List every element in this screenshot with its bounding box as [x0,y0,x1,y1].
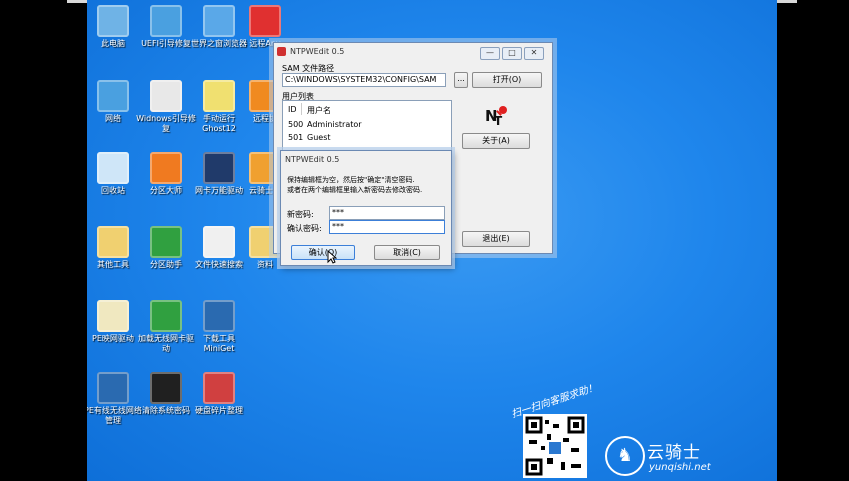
desktop-icon[interactable]: UEFI引导修复 [136,5,196,49]
miniget-icon [203,300,235,332]
recycle-bin-icon [97,152,129,184]
clear-password-icon [150,372,182,404]
dialog-title: NTPWEdit 0.5 [285,155,340,164]
desktop-icon[interactable]: PE有线无线网络管理 [87,372,143,426]
mouse-cursor-icon [327,249,338,267]
open-button[interactable]: 打开(O) [472,72,542,88]
brand-name: 云骑士 [647,443,701,463]
sam-path-input[interactable]: C:\WINDOWS\SYSTEM32\CONFIG\SAM [282,73,446,87]
user-name: Administrator [307,120,362,129]
windows-repair-icon [150,80,182,112]
file-search-icon [203,226,235,258]
desktop-icon-label: 下载工具MiniGet [203,334,235,353]
desktop-icon[interactable]: 其他工具 [87,226,143,270]
brand-url: yunqishi.net [649,462,711,473]
table-row[interactable]: 501 Guest [285,132,445,144]
minimize-button[interactable]: — [480,47,500,60]
network-manager-icon [97,372,129,404]
maximize-button[interactable]: □ [502,47,522,60]
desktop-icon-label: 硬盘碎片整理 [195,406,243,415]
desktop-icon-label: 此电脑 [101,39,125,48]
ghost-icon [203,80,235,112]
column-username: 用户名 [307,106,331,115]
network-icon [97,80,129,112]
desktop-icon[interactable]: Widnows引导修复 [136,80,196,134]
desktop-icon-label: 加载无线网卡驱动 [138,334,194,353]
confirm-password-label: 确认密码: [287,224,322,233]
desktop-icon-label: PE有线无线网络管理 [87,406,142,425]
desktop-icon-label: 其他工具 [97,260,129,269]
new-password-field[interactable]: *** [329,206,445,220]
confirm-password-field[interactable]: *** [329,220,445,234]
svg-text:T: T [494,114,503,127]
browser-icon [203,5,235,37]
qr-code [523,414,587,478]
close-button[interactable]: ✕ [524,47,544,60]
desktop-icon-label: 清除系统密码 [142,406,190,415]
desktop-icon[interactable]: 硬盘碎片整理 [189,372,249,416]
list-header-divider [301,103,302,115]
other-tools-icon [97,226,129,258]
this-pc-icon [97,5,129,37]
ntpwedit-logo-icon: N T [484,103,508,128]
window-title: NTPWEdit 0.5 [290,47,345,56]
wireless-driver-icon [150,300,182,332]
desktop-icon[interactable]: 清除系统密码 [136,372,196,416]
desktop-icon-label: 分区助手 [150,260,182,269]
user-id: 501 [288,133,304,142]
new-password-label: 新密码: [287,210,314,219]
about-button[interactable]: 关于(A) [462,133,530,149]
desktop-icon[interactable]: 分区大师 [136,152,196,196]
desktop-icon[interactable]: 下载工具MiniGet [189,300,249,354]
brand-logo-icon: ♞ [605,436,645,476]
desktop-icon-label: 分区大师 [150,186,182,195]
user-id: 500 [288,120,304,129]
dialog-hint-line2: 或者在两个编辑框里输入新密码去修改密码. [287,186,423,194]
desktop-icon[interactable]: 网络 [87,80,143,124]
password-dialog: NTPWEdit 0.5 保持编辑框为空，然后按"确定"清空密码. 或者在两个编… [280,150,452,266]
desktop-icon-label: Widnows引导修复 [136,114,196,133]
pe-network-icon [97,300,129,332]
exit-button[interactable]: 退出(E) [462,231,530,247]
nic-driver-icon [203,152,235,184]
browse-button[interactable]: ... [454,72,468,88]
desktop-icon-label: PE映网驱动 [92,334,134,343]
partition-assistant-icon [150,226,182,258]
desktop-icon-label: UEFI引导修复 [141,39,191,48]
desktop-icon[interactable]: 此电脑 [87,5,143,49]
defrag-icon [203,372,235,404]
partition-master-icon [150,152,182,184]
desktop-icon[interactable]: 加载无线网卡驱动 [136,300,196,354]
desktop-icon[interactable]: 回收站 [87,152,143,196]
ok-button[interactable]: 确认(O) [291,245,355,260]
table-row[interactable]: 500 Administrator [285,119,445,131]
desktop-icon[interactable]: 分区助手 [136,226,196,270]
desktop-icon-label: 网络 [105,114,121,123]
uefi-repair-icon [150,5,182,37]
app-icon [277,47,286,56]
user-name: Guest [307,133,331,142]
desktop-icon-label: 回收站 [101,186,125,195]
column-id: ID [288,105,297,114]
remote-any-icon [249,5,281,37]
desktop: 此电脑 UEFI引导修复 世界之窗浏览器 远程Any 网络 Widnows引导修复 手动运行… [87,0,777,481]
desktop-icon[interactable]: PE映网驱动 [87,300,143,344]
dialog-hint-line1: 保持编辑框为空，然后按"确定"清空密码. [287,176,415,184]
cancel-button[interactable]: 取消(C) [374,245,440,260]
dialog-titlebar[interactable]: NTPWEdit 0.5 [281,151,451,169]
